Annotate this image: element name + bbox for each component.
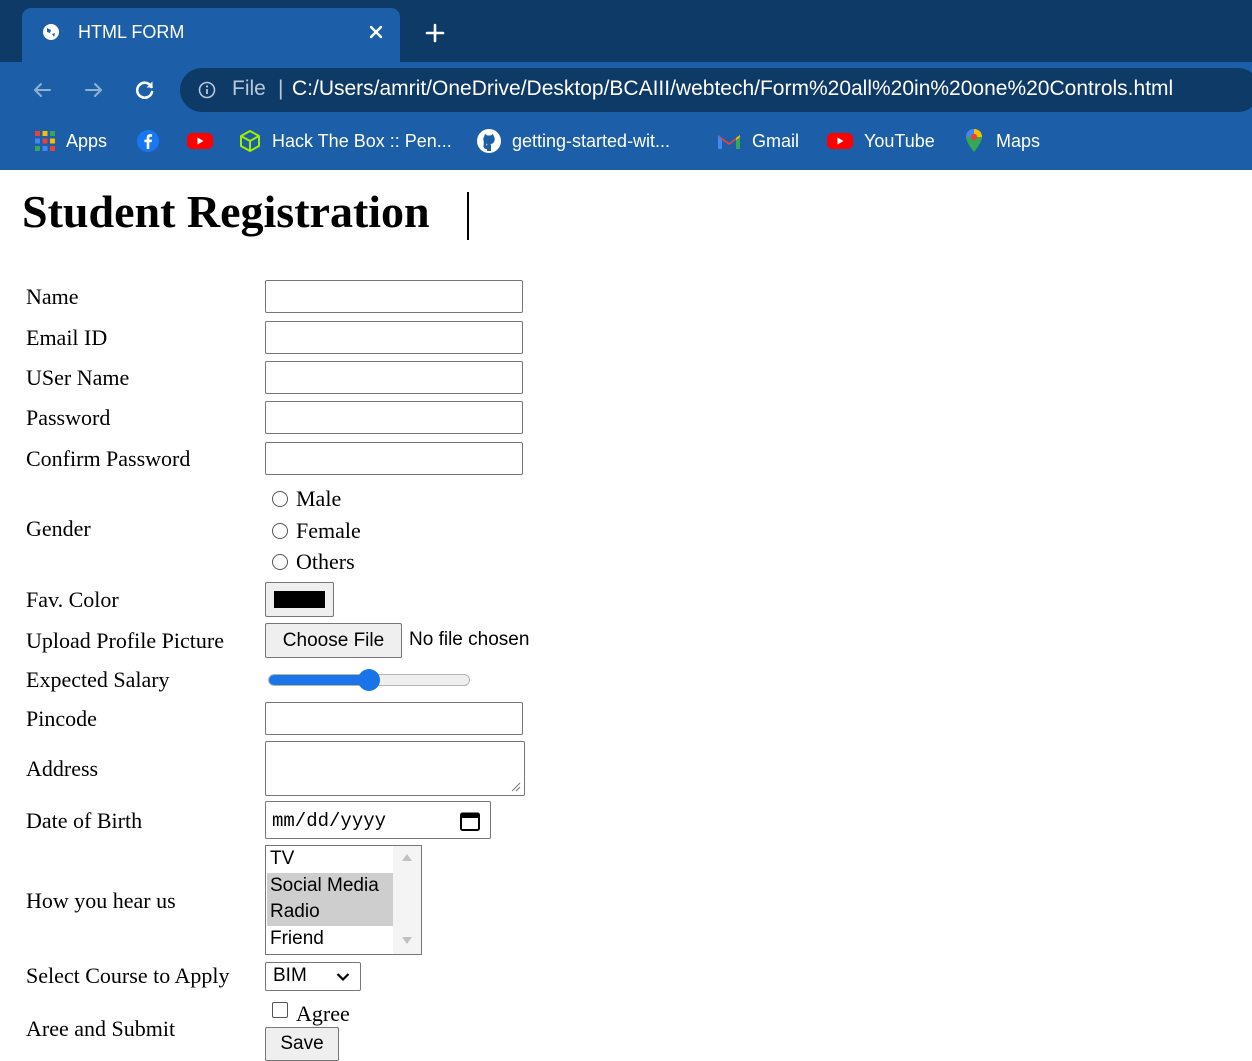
youtube-icon: [187, 133, 213, 149]
email-label: Email ID: [26, 325, 108, 350]
password-label: Password: [26, 405, 111, 430]
bookmark-apps[interactable]: Apps: [34, 118, 107, 164]
text-cursor: [467, 192, 469, 240]
radio-button[interactable]: [272, 554, 288, 570]
dob-label: Date of Birth: [26, 808, 143, 833]
bookmark-label: Maps: [996, 130, 1041, 151]
bookmark-youtube-icon-only[interactable]: [186, 118, 214, 164]
scroll-up-arrow-icon[interactable]: [402, 854, 412, 861]
globe-icon: [43, 24, 59, 40]
info-icon[interactable]: [198, 81, 216, 99]
submit-label: Aree and Submit: [26, 1016, 176, 1041]
new-tab-icon[interactable]: [424, 22, 446, 44]
password-input[interactable]: [265, 401, 523, 434]
radio-button[interactable]: [272, 523, 288, 539]
confirm-password-label: Confirm Password: [26, 446, 191, 471]
course-select[interactable]: BIM: [265, 962, 361, 991]
browser-tab[interactable]: HTML FORM: [22, 8, 400, 62]
forward-icon[interactable]: [82, 78, 106, 102]
confirm-password-input[interactable]: [265, 442, 523, 475]
bookmark-hackthebox[interactable]: Hack The Box :: Pen...: [238, 118, 452, 164]
radio-label: Female: [296, 518, 361, 543]
tab-title: HTML FORM: [78, 22, 185, 42]
course-label: Select Course to Apply: [26, 963, 230, 988]
bookmark-label: getting-started-wit...: [512, 130, 671, 151]
bookmarks-bar: Apps Hack The Box :: Pen... getting-star…: [0, 118, 1252, 170]
radio-label: Others: [296, 549, 355, 574]
address-label: Address: [26, 756, 99, 781]
bookmark-gmail[interactable]: Gmail: [716, 118, 799, 164]
gender-option-others[interactable]: Others: [272, 549, 355, 575]
bookmark-youtube[interactable]: YouTube: [826, 118, 935, 164]
page-title: Student Registration: [22, 186, 430, 237]
address-bar[interactable]: File | C:/Users/amrit/OneDrive/Desktop/B…: [180, 68, 1252, 112]
scheme-label: File: [232, 77, 266, 100]
listbox-option-selected[interactable]: Radio: [267, 899, 393, 926]
name-label: Name: [26, 284, 79, 309]
reload-icon[interactable]: [133, 78, 157, 102]
listbox-option[interactable]: TV: [267, 846, 393, 873]
salary-slider-fill: [269, 675, 370, 685]
bookmark-label: YouTube: [864, 130, 935, 151]
email-input[interactable]: [265, 321, 523, 354]
dob-placeholder: mm/dd/yyyy: [272, 810, 387, 832]
calendar-icon[interactable]: [459, 810, 481, 832]
apps-grid-icon: [35, 131, 55, 151]
chevron-down-icon: [336, 973, 350, 982]
url-text[interactable]: C:/Users/amrit/OneDrive/Desktop/BCAIII/w…: [292, 77, 1173, 101]
scroll-down-arrow-icon[interactable]: [402, 937, 412, 944]
maps-icon: [966, 129, 982, 152]
hear-label: How you hear us: [26, 888, 176, 913]
scheme-separator: |: [278, 77, 284, 100]
username-label: USer Name: [26, 365, 130, 390]
browser-toolbar: File | C:/Users/amrit/OneDrive/Desktop/B…: [0, 62, 1252, 118]
bookmark-label: Hack The Box :: Pen...: [272, 130, 452, 151]
close-tab-icon[interactable]: [366, 22, 386, 42]
course-selected-value: BIM: [273, 965, 307, 986]
github-icon: [477, 129, 501, 153]
bookmark-label: Apps: [66, 130, 108, 151]
upload-label: Upload Profile Picture: [26, 628, 224, 653]
facebook-icon: [137, 130, 159, 152]
address-textarea[interactable]: [265, 741, 525, 796]
save-button[interactable]: Save: [265, 1027, 339, 1061]
username-input[interactable]: [265, 361, 523, 394]
gender-label: Gender: [26, 516, 91, 541]
bookmark-label: Gmail: [752, 130, 800, 151]
dob-input[interactable]: mm/dd/yyyy: [265, 801, 491, 839]
listbox-option[interactable]: Friend: [267, 926, 393, 953]
agree-checkbox[interactable]: [272, 1002, 288, 1018]
choose-file-button[interactable]: Choose File: [265, 623, 402, 658]
agree-label: Agree: [296, 1001, 350, 1026]
radio-button[interactable]: [272, 491, 288, 507]
bookmark-facebook[interactable]: [136, 118, 160, 164]
gender-option-male[interactable]: Male: [272, 486, 341, 512]
pincode-label: Pincode: [26, 706, 97, 731]
gmail-icon: [718, 135, 740, 149]
name-input[interactable]: [265, 280, 523, 313]
listbox-option-selected[interactable]: Social Media: [267, 873, 393, 900]
tab-strip: HTML FORM: [0, 0, 1252, 62]
hear-listbox[interactable]: TV Social Media Radio Friend: [265, 845, 422, 955]
gender-option-female[interactable]: Female: [272, 518, 361, 544]
youtube-icon: [827, 133, 853, 149]
salary-slider-thumb[interactable]: [358, 669, 380, 691]
bookmark-github[interactable]: getting-started-wit...: [476, 118, 670, 164]
color-swatch: [274, 591, 325, 608]
pincode-input[interactable]: [265, 702, 523, 735]
file-status-text: No file chosen: [409, 629, 530, 650]
hackthebox-icon: [240, 130, 260, 152]
listbox-scrollbar[interactable]: [393, 846, 421, 954]
color-picker[interactable]: [265, 582, 334, 617]
bookmark-maps[interactable]: Maps: [962, 118, 1040, 164]
back-icon[interactable]: [30, 78, 54, 102]
radio-label: Male: [296, 486, 342, 511]
resize-grip-icon[interactable]: [511, 782, 521, 792]
salary-label: Expected Salary: [26, 667, 170, 692]
fav-color-label: Fav. Color: [26, 587, 119, 612]
